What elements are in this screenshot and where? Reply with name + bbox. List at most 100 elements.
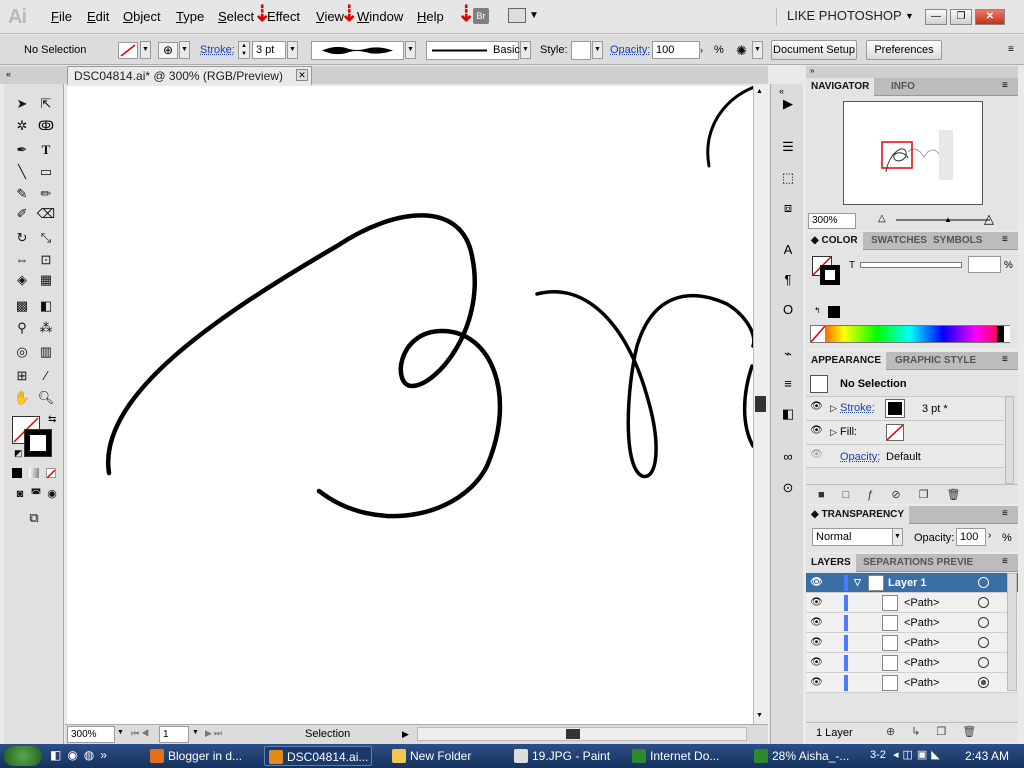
menu-effect[interactable]: Effect: [267, 9, 300, 24]
path-name[interactable]: <Path>: [904, 617, 939, 629]
width-tool-icon[interactable]: ⇔: [12, 250, 32, 270]
path-row[interactable]: 👁︎ <Path>: [806, 593, 1018, 613]
brush-definition[interactable]: Basic: [426, 41, 520, 60]
tab-appearance[interactable]: APPEARANCE: [806, 352, 887, 370]
menu-window[interactable]: Window: [357, 9, 403, 24]
path-name[interactable]: <Path>: [904, 677, 939, 689]
appearance-stroke-row[interactable]: 👁︎ ▷ Stroke: 3 pt *: [806, 396, 1004, 420]
tint-input[interactable]: [968, 256, 1001, 273]
zoom-in-icon[interactable]: △: [984, 211, 994, 227]
eye-icon[interactable]: 👁︎: [810, 577, 823, 589]
close-button[interactable]: ✕: [975, 9, 1005, 25]
path-name[interactable]: <Path>: [904, 637, 939, 649]
document-setup-button[interactable]: Document Setup: [771, 40, 857, 60]
stroke-label[interactable]: Stroke:: [200, 44, 235, 56]
color-mode-icon[interactable]: [12, 468, 22, 478]
path-row[interactable]: 👁︎ <Path>: [806, 653, 1018, 673]
tab-separations[interactable]: SEPARATIONS PREVIE: [858, 554, 978, 572]
eye-icon[interactable]: 👁︎: [810, 617, 823, 629]
chevron-down-icon[interactable]: ▼: [529, 10, 539, 21]
taskbar-item[interactable]: Internet Do...: [628, 746, 736, 766]
gradient-tool-icon[interactable]: ◧: [36, 296, 56, 316]
target-circle-icon[interactable]: [978, 677, 989, 688]
panel-menu-icon[interactable]: ≡: [1008, 44, 1014, 55]
panel-menu-icon[interactable]: ≡: [1002, 508, 1008, 519]
stroke-color-swatch[interactable]: [24, 429, 52, 457]
column-graph-tool-icon[interactable]: ▥: [36, 342, 56, 362]
lasso-tool-icon[interactable]: ↂ: [36, 116, 56, 136]
tab-symbols[interactable]: SYMBOLS: [928, 232, 987, 250]
appearance-stroke-label[interactable]: Stroke:: [840, 402, 875, 414]
slider-handle-icon[interactable]: ▲: [944, 215, 952, 224]
eye-icon[interactable]: 👁︎: [810, 401, 823, 413]
shape-builder-tool-icon[interactable]: ◈: [12, 270, 32, 290]
appearance-opacity-row[interactable]: 👁︎ Opacity: Default: [806, 444, 1004, 468]
page-nav-prev-icon[interactable]: ⏮◀: [131, 728, 151, 739]
menu-edit[interactable]: Edit: [87, 9, 109, 24]
transform-icon[interactable]: ⬚: [779, 170, 797, 186]
eye-icon[interactable]: 👁︎: [810, 677, 823, 689]
target-circle-icon[interactable]: [978, 577, 989, 588]
screen-mode-icon[interactable]: ⧉: [24, 508, 44, 528]
menu-select[interactable]: Select: [218, 9, 254, 24]
chevron-down-icon[interactable]: ▼: [192, 729, 199, 736]
taskbar-item-active[interactable]: DSC04814.ai...: [264, 746, 372, 766]
color-stroke-swatch[interactable]: [820, 265, 840, 285]
color-spectrum[interactable]: [810, 325, 1010, 343]
preferences-button[interactable]: Preferences: [866, 40, 942, 60]
last-color-swatch[interactable]: [828, 306, 840, 318]
scale-tool-icon[interactable]: ⤡: [36, 228, 56, 248]
panel-menu-icon[interactable]: ≡: [1002, 354, 1008, 365]
eye-icon[interactable]: 👁︎: [810, 657, 823, 669]
restore-button[interactable]: ❐: [950, 9, 972, 25]
appearance-stroke-swatch[interactable]: [885, 399, 905, 418]
navigator-zoom-slider[interactable]: [896, 219, 990, 221]
layers-scrollbar[interactable]: [1007, 573, 1017, 691]
symbol-sprayer-tool-icon[interactable]: ◎: [12, 342, 32, 362]
transparency-opacity-input[interactable]: 100: [956, 528, 986, 546]
magic-wand-tool-icon[interactable]: ✲: [12, 116, 32, 136]
draw-inside-icon[interactable]: ◉: [42, 484, 62, 504]
workspace-switcher[interactable]: LIKE PHOTOSHOP: [776, 8, 902, 26]
tab-graphic-styles[interactable]: GRAPHIC STYLE: [890, 352, 981, 370]
chevron-right-icon[interactable]: ›: [988, 530, 991, 541]
scroll-thumb[interactable]: [755, 396, 766, 412]
blend-tool-icon[interactable]: ⁂: [36, 318, 56, 338]
arrange-documents-icon[interactable]: [508, 8, 526, 23]
tray-icons[interactable]: ◂◫▣◣: [893, 748, 944, 761]
path-row[interactable]: 👁︎ <Path>: [806, 633, 1018, 653]
tab-swatches[interactable]: SWATCHES: [866, 232, 932, 250]
none-color-chip[interactable]: [810, 325, 826, 343]
stroke-weight-input[interactable]: 3 pt: [252, 41, 286, 59]
opacity-input[interactable]: 100: [652, 41, 700, 59]
type-tool-icon[interactable]: T: [36, 140, 56, 160]
zoom-out-icon[interactable]: △: [878, 213, 886, 224]
appearance-scrollbar[interactable]: [1005, 396, 1014, 484]
path-name[interactable]: <Path>: [904, 597, 939, 609]
zoom-field[interactable]: 300%: [67, 726, 115, 743]
eye-icon[interactable]: 👁︎: [810, 425, 823, 437]
artboard-canvas[interactable]: [67, 86, 753, 724]
layer-row[interactable]: 👁︎ ▽ Layer 1: [806, 573, 1018, 593]
tab-info[interactable]: INFO: [886, 78, 920, 96]
tab-transparency[interactable]: ◆ TRANSPARENCY: [806, 506, 910, 524]
none-mode-icon[interactable]: [46, 468, 56, 479]
stroke-icon[interactable]: ≡: [779, 376, 797, 392]
actions-icon[interactable]: ▶: [779, 96, 797, 112]
brush-dropdown[interactable]: ▼: [520, 41, 531, 59]
eye-icon[interactable]: 👁︎: [810, 449, 823, 461]
opacity-label[interactable]: Opacity:: [610, 44, 650, 56]
eraser-tool-icon[interactable]: ⌫: [36, 204, 56, 224]
appearance-footer-icons[interactable]: ■□ƒ⊘❐🗑︎: [806, 484, 1018, 504]
fill-swatch[interactable]: [118, 42, 138, 59]
zoom-tool-icon[interactable]: 🔍︎: [36, 388, 56, 408]
graphic-style-swatch[interactable]: [571, 41, 591, 60]
stroke-stepper[interactable]: ▲ ▼: [238, 41, 250, 59]
clock[interactable]: 2:43 AM: [965, 749, 1009, 763]
tint-slider[interactable]: [860, 262, 962, 268]
variable-width-profile[interactable]: [311, 41, 404, 60]
path-row[interactable]: 👁︎ <Path>: [806, 613, 1018, 633]
profile-dropdown[interactable]: ▼: [405, 41, 416, 59]
rectangle-tool-icon[interactable]: ▭: [36, 162, 56, 182]
character-icon[interactable]: A: [779, 242, 797, 258]
